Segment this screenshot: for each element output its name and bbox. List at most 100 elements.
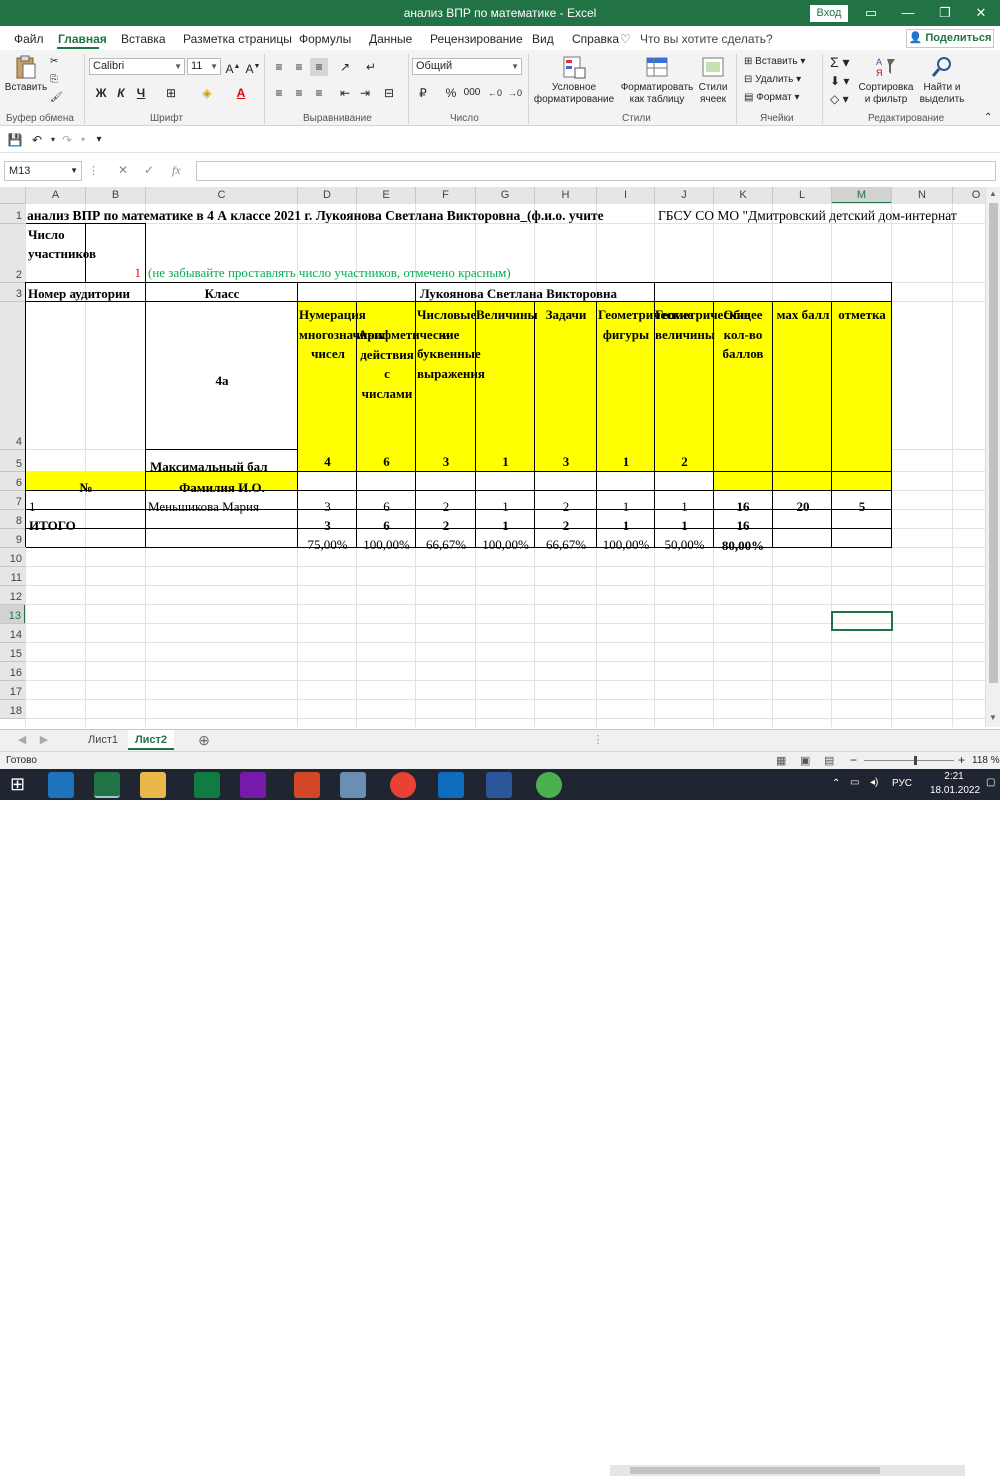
borders-icon[interactable]: ⊞ — [162, 84, 180, 102]
row-header-17[interactable]: 17 — [0, 681, 26, 700]
column-header-j[interactable]: J — [655, 187, 714, 204]
header-total-score[interactable]: Общее кол-во баллов — [714, 305, 772, 364]
horizontal-scroll-thumb[interactable] — [630, 1467, 880, 1474]
column-header-d[interactable]: D — [298, 187, 357, 204]
excel-taskbar-icon[interactable] — [94, 772, 120, 798]
tab-file[interactable]: Файл — [14, 32, 44, 46]
total-cell-2[interactable]: 6 — [357, 518, 416, 534]
total-label-cell[interactable]: ИТОГО — [29, 518, 76, 534]
header-problems[interactable]: Задачи — [535, 305, 597, 325]
indent-decrease-icon[interactable]: ⇤ — [336, 84, 354, 102]
number-format-select[interactable]: Общий ▼ — [412, 58, 522, 75]
student-score-cell-1[interactable]: 3 — [298, 499, 357, 515]
header-expressions[interactable]: Числовые и буквенные выражения — [417, 305, 485, 383]
percent-cell-5[interactable]: 66,67% — [535, 537, 597, 553]
currency-icon[interactable]: ₽ — [414, 84, 432, 102]
percent-cell-7[interactable]: 50,00% — [655, 537, 714, 553]
horizontal-scrollbar[interactable] — [610, 1465, 965, 1476]
fill-color-icon[interactable]: ◈ — [198, 84, 216, 102]
chrome-icon[interactable] — [390, 772, 416, 798]
max-score-cell-6[interactable]: 1 — [597, 454, 655, 470]
student-grade-cell[interactable]: 5 — [833, 499, 891, 515]
row-header-18[interactable]: 18 — [0, 700, 26, 719]
windows-start-icon[interactable]: ⊞ — [10, 774, 25, 795]
italic-button[interactable]: К — [112, 84, 130, 102]
ribbon-display-icon[interactable]: ▭ — [856, 3, 886, 23]
indent-increase-icon[interactable]: ⇥ — [356, 84, 374, 102]
tab-view[interactable]: Вид — [532, 32, 554, 46]
row-header-6[interactable]: 6 — [0, 472, 26, 491]
row-header-3[interactable]: 3 — [0, 283, 26, 302]
row-header-15[interactable]: 15 — [0, 643, 26, 662]
student-score-cell-6[interactable]: 1 — [597, 499, 655, 515]
student-score-cell-7[interactable]: 1 — [655, 499, 714, 515]
network-icon[interactable]: ▭ — [850, 777, 859, 788]
column-header-k[interactable]: K — [714, 187, 773, 204]
header-arithmetic[interactable]: Арифметические действия с числами — [358, 325, 459, 403]
teacher-name-header[interactable]: Лукоянова Светлана Викторовна — [420, 286, 617, 302]
header-geometric-figures[interactable]: Геометрические фигуры — [598, 305, 693, 344]
total-cell-3[interactable]: 2 — [416, 518, 476, 534]
login-button[interactable]: Вход — [810, 5, 848, 22]
total-cell-6[interactable]: 1 — [597, 518, 655, 534]
minimize-icon[interactable]: — — [893, 3, 923, 23]
student-score-cell-3[interactable]: 2 — [416, 499, 476, 515]
max-score-cell-5[interactable]: 3 — [535, 454, 597, 470]
font-name-select[interactable]: Calibri ▼ — [89, 58, 185, 75]
calculator-icon[interactable] — [340, 772, 366, 798]
format-painter-icon[interactable]: 🖌 — [50, 92, 63, 103]
percent-cell-1[interactable]: 75,00% — [298, 537, 357, 553]
paste-button[interactable]: Вставить — [4, 54, 48, 94]
conditional-format-button[interactable]: Условное форматирование — [532, 54, 616, 106]
worksheet-grid[interactable]: ABCDEFGHIJKLMNO 1 2 3 4 5 6 7 8 9 10 11 12 13 14 15 16 1… — [0, 187, 985, 727]
select-all-corner[interactable] — [0, 187, 26, 204]
increase-font-icon[interactable]: A▲ — [224, 58, 242, 76]
class-header[interactable]: Класс — [146, 286, 298, 302]
column-header-b[interactable]: B — [86, 187, 146, 204]
bold-button[interactable]: Ж — [92, 84, 110, 102]
column-header-m[interactable]: M — [832, 187, 892, 204]
volume-icon[interactable]: ◂) — [870, 777, 878, 788]
fill-icon[interactable]: ⬇ ▾ — [830, 74, 849, 88]
normal-view-icon[interactable]: ▦ — [776, 754, 786, 767]
percent-cell-2[interactable]: 100,00% — [357, 537, 416, 553]
column-header-f[interactable]: F — [416, 187, 476, 204]
file-explorer-icon[interactable] — [140, 772, 166, 798]
merge-cells-icon[interactable]: ⊟ — [380, 84, 398, 102]
tab-page-layout[interactable]: Разметка страницы — [183, 32, 292, 46]
insert-function-button[interactable]: fx — [172, 163, 181, 178]
cancel-icon[interactable]: ✕ — [118, 163, 128, 177]
align-bottom-icon[interactable]: ≡ — [310, 58, 328, 76]
clock-time[interactable]: 2:21 — [934, 771, 974, 782]
tab-insert[interactable]: Вставка — [121, 32, 166, 46]
student-name-header[interactable]: Фамилия И.О. — [146, 480, 298, 496]
total-score-cell[interactable]: 16 — [714, 518, 772, 534]
zoom-out-icon[interactable]: − — [850, 753, 857, 767]
school-name-cell[interactable]: ГБСУ СО МО "Дмитровский детский дом-инте… — [658, 208, 985, 224]
cut-icon[interactable]: ✂ — [50, 56, 58, 67]
align-right-icon[interactable]: ≡ — [310, 84, 328, 102]
student-max-cell[interactable]: 20 — [774, 499, 832, 515]
zoom-slider[interactable] — [864, 760, 954, 761]
row-header-9[interactable]: 9 — [0, 529, 26, 548]
enter-icon[interactable]: ✓ — [144, 163, 154, 177]
scroll-down-icon[interactable]: ▼ — [989, 713, 997, 722]
percent-cell-3[interactable]: 66,67% — [416, 537, 476, 553]
tab-formulas[interactable]: Формулы — [299, 32, 351, 46]
sheet-title-cell[interactable]: анализ ВПР по математике в 4 А классе 20… — [27, 208, 657, 224]
student-number-cell[interactable]: 1 — [29, 499, 36, 515]
tab-review[interactable]: Рецензирование — [430, 32, 523, 46]
total-cell-1[interactable]: 3 — [298, 518, 357, 534]
column-header-c[interactable]: C — [146, 187, 298, 204]
row-header-2[interactable]: 2 — [0, 224, 26, 283]
column-header-l[interactable]: L — [773, 187, 832, 204]
increase-decimal-icon[interactable]: ←0 — [486, 84, 504, 102]
outlook-icon[interactable] — [438, 772, 464, 798]
row-header-1[interactable]: 1 — [0, 204, 26, 224]
maximize-icon[interactable]: ❐ — [930, 3, 960, 23]
formula-input[interactable] — [196, 161, 996, 181]
utorrent-icon[interactable] — [536, 772, 562, 798]
clear-icon[interactable]: ◇ ▾ — [830, 92, 849, 106]
customize-qat-icon[interactable]: ▾ — [90, 131, 108, 149]
delete-cells-button[interactable]: ⊟ Удалить ▾ — [744, 74, 801, 85]
